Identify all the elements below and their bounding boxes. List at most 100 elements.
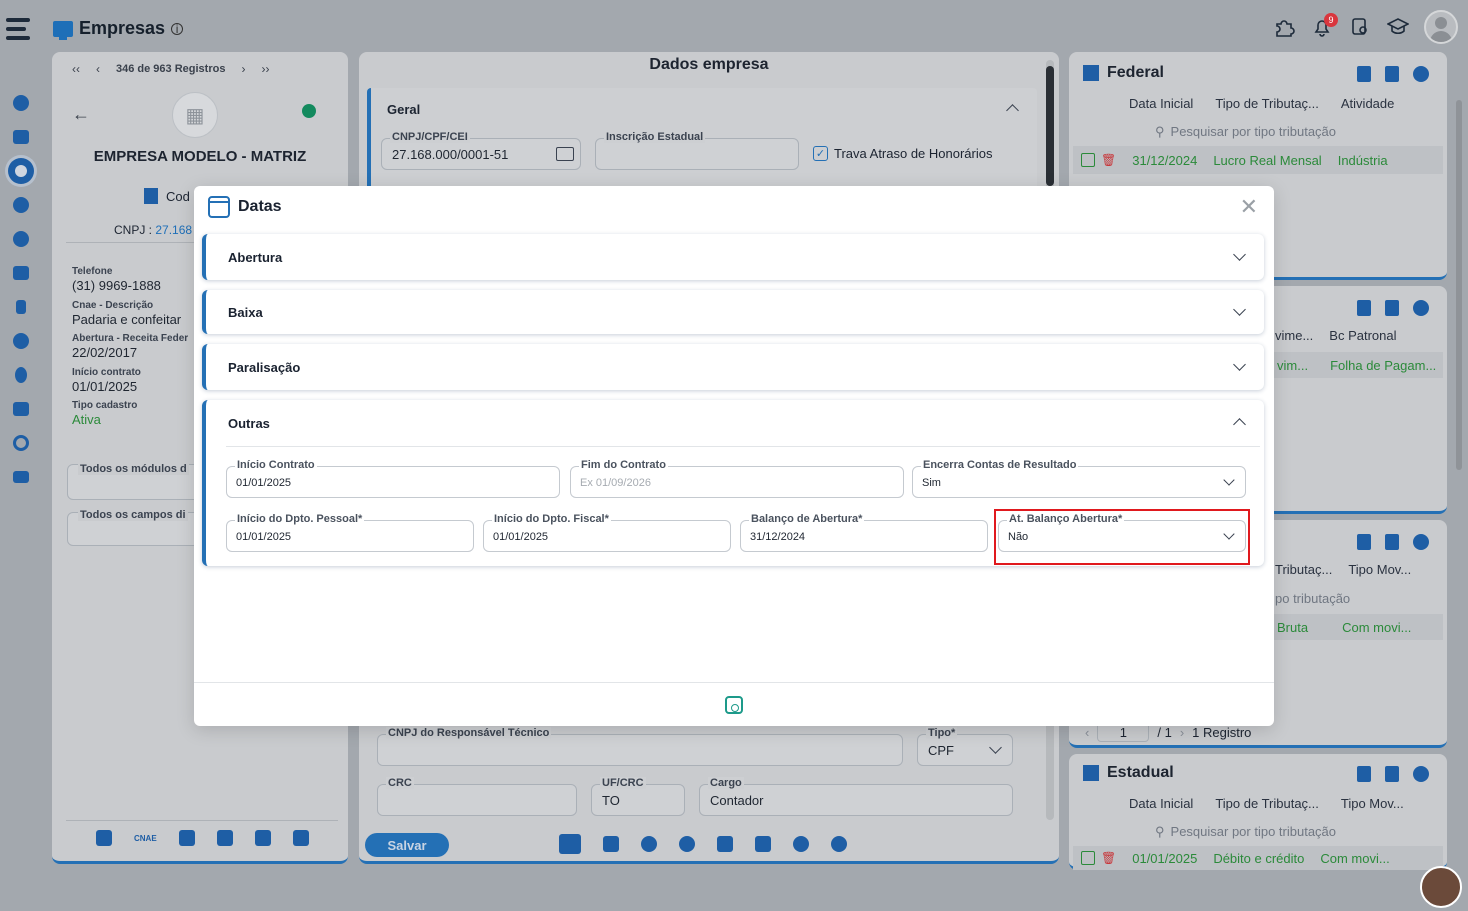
estadual-search[interactable]: ⚲ Pesquisar por tipo tributação [1155, 824, 1336, 840]
col-header[interactable]: Bc Patronal [1329, 328, 1396, 343]
chevron-up-icon[interactable] [1006, 104, 1019, 117]
cnae-tab[interactable]: CNAE [134, 834, 157, 843]
report-icon[interactable] [1357, 66, 1371, 82]
col-header[interactable]: Tributaç... [1275, 562, 1332, 577]
assistant-avatar[interactable] [1420, 866, 1462, 908]
close-icon[interactable]: ✕ [1240, 194, 1258, 220]
table-row[interactable]: 🗑 31/12/2024 Lucro Real Mensal Indústria [1073, 146, 1443, 174]
calculator-tab-icon[interactable] [717, 836, 733, 852]
back-arrow-icon[interactable]: ← [72, 104, 90, 125]
resp-tecnico-field[interactable]: CNPJ do Responsável Técnico [377, 727, 903, 766]
add-icon[interactable] [1413, 766, 1429, 782]
sidebar-item-people[interactable] [8, 192, 34, 218]
chat-tab-icon[interactable] [831, 836, 847, 852]
edit-list-icon[interactable] [1385, 66, 1399, 82]
sidebar-item-network[interactable] [8, 328, 34, 354]
accordion-abertura[interactable]: Abertura [202, 234, 1264, 280]
document-search-icon[interactable] [1348, 15, 1372, 39]
sidebar-item-users-settings[interactable] [8, 90, 34, 116]
sidebar-item-search[interactable] [8, 430, 34, 456]
first-page-icon[interactable]: ‹‹ [72, 62, 80, 76]
people-hand-icon[interactable] [178, 830, 195, 846]
sidebar-item-handshake[interactable] [8, 124, 34, 150]
prev-page-icon[interactable]: ‹ [96, 62, 100, 76]
bank-tab-icon[interactable] [559, 834, 581, 854]
sidebar-item-layers[interactable] [8, 396, 34, 422]
trava-checkbox[interactable]: ✓ Trava Atraso de Honorários [813, 146, 992, 161]
col-header[interactable]: vime... [1275, 328, 1313, 343]
inicio-pessoal-field[interactable]: Início do Dpto. Pessoal* 01/01/2025 [226, 513, 474, 552]
trash-icon[interactable]: 🗑 [1101, 153, 1116, 167]
crc-field[interactable]: CRC [377, 777, 577, 816]
cnpj-value[interactable]: 27.168 [155, 223, 192, 237]
sidebar-item-home[interactable] [8, 464, 34, 490]
add-icon[interactable] [1413, 66, 1429, 82]
table-icon[interactable] [254, 830, 271, 846]
add-icon[interactable] [1413, 300, 1429, 316]
col-header[interactable]: Tipo de Tributaç... [1215, 96, 1319, 111]
edit-list-icon[interactable] [1385, 766, 1399, 782]
check-icon[interactable]: ✓ [813, 146, 828, 161]
federal-search[interactable]: ⚲ Pesquisar por tipo tributação [1155, 124, 1336, 140]
puzzle-icon[interactable] [1272, 15, 1296, 39]
col-header[interactable]: Tipo de Tributaç... [1215, 796, 1319, 811]
people-tab-icon[interactable] [641, 836, 657, 852]
inicio-fiscal-field[interactable]: Início do Dpto. Fiscal* 01/01/2025 [483, 513, 731, 552]
tipo-select[interactable]: Tipo* CPF [917, 727, 1013, 766]
sidebar-item-transfer[interactable] [8, 294, 34, 320]
cargo-field[interactable]: Cargo Contador [699, 777, 1013, 816]
add-icon[interactable] [1413, 534, 1429, 550]
accordion-baixa[interactable]: Baixa [202, 290, 1264, 334]
col-header[interactable]: Data Inicial [1129, 96, 1193, 111]
sidebar-item-dollar[interactable] [8, 226, 34, 252]
group-tab-icon[interactable] [793, 836, 809, 852]
ufcrc-field[interactable]: UF/CRC TO [591, 777, 685, 816]
edit-list-icon[interactable] [1385, 300, 1399, 316]
sidebar-item-calculator[interactable] [8, 260, 34, 286]
graduation-cap-icon[interactable] [1386, 15, 1410, 39]
sidebar-item-money-bag[interactable] [8, 362, 34, 388]
col-header[interactable]: Tipo Mov... [1348, 562, 1411, 577]
chevron-down-icon[interactable] [1233, 248, 1246, 261]
right-scrollbar[interactable] [1456, 100, 1462, 470]
search-placeholder[interactable]: po tributação [1275, 591, 1350, 606]
save-icon[interactable] [725, 695, 743, 714]
next-icon[interactable]: › [1180, 725, 1184, 740]
col-header[interactable]: Atividade [1341, 96, 1394, 111]
chevron-down-icon[interactable] [1223, 474, 1235, 486]
last-page-icon[interactable]: ›› [261, 62, 269, 76]
people-tree-icon[interactable] [216, 830, 233, 846]
encerra-contas-select[interactable]: Encerra Contas de Resultado Sim [912, 459, 1246, 498]
chevron-down-icon[interactable] [1233, 358, 1246, 371]
salvar-button[interactable]: Salvar [365, 833, 449, 857]
chevron-down-icon[interactable] [989, 741, 1002, 754]
avatar[interactable] [1424, 10, 1458, 44]
trash-icon[interactable]: 🗑 [1101, 851, 1116, 865]
calendar-icon[interactable] [96, 830, 112, 846]
document-tab-icon[interactable] [755, 836, 771, 852]
check-icon[interactable] [1081, 153, 1095, 167]
accordion-title[interactable]: Outras [228, 416, 270, 431]
edit-list-icon[interactable] [1385, 534, 1399, 550]
chevron-up-icon[interactable] [1233, 418, 1246, 431]
bell-icon[interactable]: 9 [1310, 13, 1338, 39]
scrollbar-thumb[interactable] [1046, 66, 1054, 186]
col-header[interactable]: Tipo Mov... [1341, 796, 1404, 811]
cnpj-field[interactable]: CNPJ/CPF/CEI 27.168.000/0001-51 [381, 131, 581, 170]
col-header[interactable]: Data Inicial [1129, 796, 1193, 811]
accordion-paralisacao[interactable]: Paralisação [202, 344, 1264, 390]
report-icon[interactable] [1357, 766, 1371, 782]
id-card-icon[interactable] [556, 147, 574, 161]
chevron-down-icon[interactable] [1233, 303, 1246, 316]
check-icon[interactable] [1081, 851, 1095, 865]
next-page-icon[interactable]: › [241, 62, 245, 76]
building-outline-icon[interactable] [292, 830, 309, 846]
report-icon[interactable] [1357, 300, 1371, 316]
prev-icon[interactable]: ‹ [1085, 725, 1089, 740]
ie-field[interactable]: Inscrição Estadual [595, 131, 799, 170]
table-row[interactable]: 🗑 01/01/2025 Débito e crédito Com movi..… [1073, 846, 1443, 870]
balanco-abertura-field[interactable]: Balanço de Abertura* 31/12/2024 [740, 513, 988, 552]
report-icon[interactable] [1357, 534, 1371, 550]
info-icon[interactable]: i [171, 22, 184, 35]
fim-contrato-field[interactable]: Fim do Contrato Ex 01/09/2026 [570, 459, 904, 498]
